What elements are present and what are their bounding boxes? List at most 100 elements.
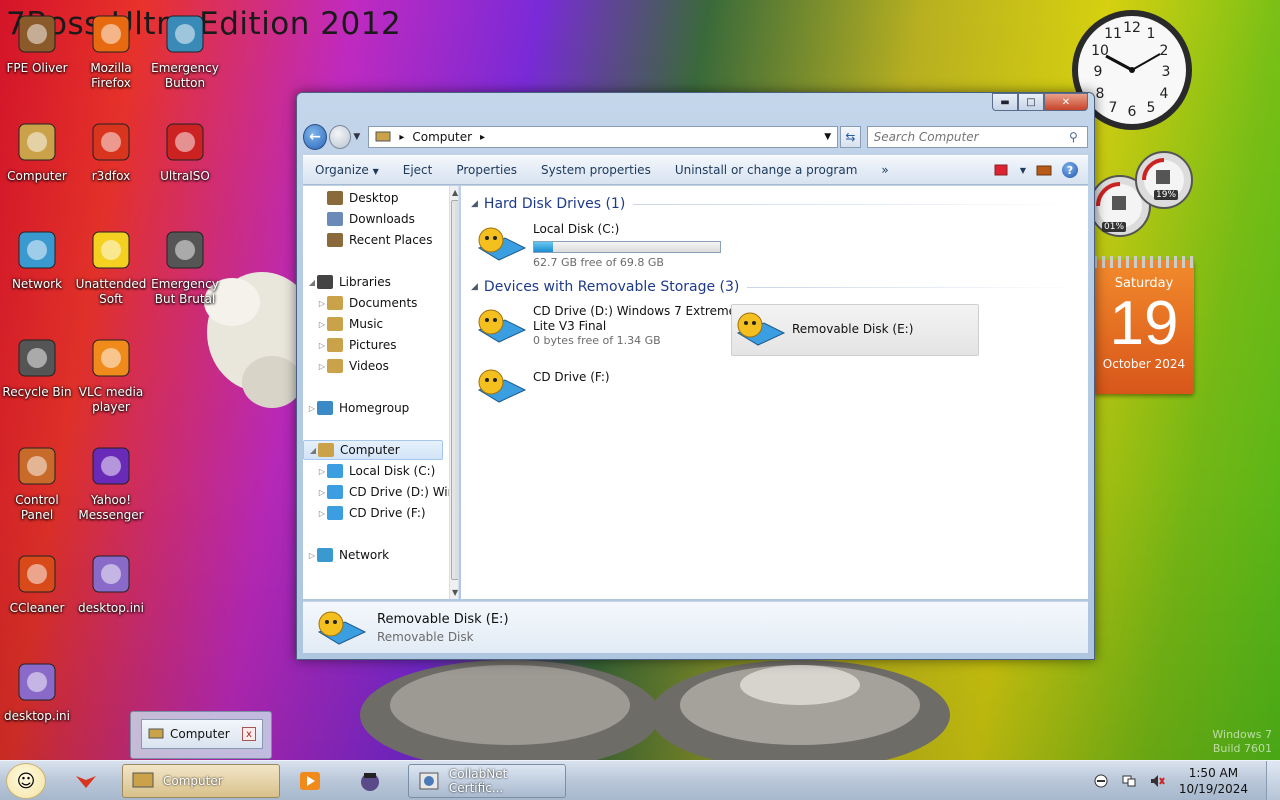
show-desktop-button[interactable] <box>1266 761 1280 800</box>
uninstall-program-button[interactable]: Uninstall or change a program <box>663 163 870 177</box>
search-box[interactable]: ⚲ <box>866 126 1088 148</box>
maximize-button[interactable]: □ <box>1018 93 1044 111</box>
drive-e[interactable]: Removable Disk (E:) <box>731 304 979 356</box>
nav-item-downloads[interactable]: Downloads <box>303 209 415 229</box>
language-bar-icon[interactable] <box>1093 773 1109 789</box>
expand-triangle-icon[interactable]: ▷ <box>317 488 327 497</box>
nav-item-music[interactable]: ▷ Music <box>303 314 383 334</box>
desktop-icon-ccleaner[interactable]: CCleaner <box>0 550 74 616</box>
navigation-scrollbar[interactable]: ▲ ▼ <box>449 186 458 599</box>
expand-triangle-icon[interactable]: ▷ <box>307 551 317 560</box>
address-dropdown-button[interactable]: ▼ <box>824 132 831 142</box>
back-button[interactable]: ← <box>303 124 328 150</box>
expand-triangle-icon[interactable]: ◢ <box>308 446 318 455</box>
taskbar-app-computer[interactable]: Computer <box>122 764 280 798</box>
nav-item-local-disk-c[interactable]: ▷ Local Disk (C:) <box>303 461 435 481</box>
nav-item-pictures[interactable]: ▷ Pictures <box>303 335 397 355</box>
forward-button[interactable] <box>329 125 352 149</box>
organize-menu[interactable]: Organize ▼ <box>303 163 391 177</box>
drive-f[interactable]: CD Drive (F:) <box>475 364 610 408</box>
desktop-icon-fpe-oliver[interactable]: FPE Oliver <box>0 10 74 76</box>
drive-c[interactable]: Local Disk (C:) 62.7 GB free of 69.8 GB <box>475 222 721 269</box>
desktop-icon-recycle-bin[interactable]: Recycle Bin <box>0 334 74 400</box>
desktop-icon-ultraiso[interactable]: UltraISO <box>148 118 222 184</box>
drive-c-usage-fill <box>534 242 553 252</box>
recent-pages-dropdown[interactable]: ▼ <box>353 132 364 142</box>
group-removable-storage[interactable]: ◢ Devices with Removable Storage (3) <box>471 279 1081 295</box>
expand-triangle-icon[interactable]: ▷ <box>317 320 327 329</box>
change-view-icon[interactable] <box>994 163 1010 177</box>
desktop-icon-network[interactable]: Network <box>0 226 74 292</box>
close-button[interactable]: ✕ <box>1044 93 1088 111</box>
drive-d[interactable]: CD Drive (D:) Windows 7 Extreme Lite V3 … <box>475 304 736 348</box>
address-root-chevron[interactable]: ▸ <box>399 132 404 143</box>
desktop-icon-emergency-button[interactable]: Emergency Button <box>148 10 222 91</box>
cpu-meter-gadget[interactable]: 01% 19% <box>1089 148 1194 240</box>
nav-item-homegroup[interactable]: ▷ Homegroup <box>303 398 409 418</box>
taskbar-app-fpe-oliver[interactable] <box>350 764 398 798</box>
help-icon[interactable]: ? <box>1062 162 1078 178</box>
start-button[interactable]: ☺ <box>6 763 46 799</box>
thumbnail-close-button[interactable]: x <box>242 727 256 741</box>
search-input[interactable] <box>873 130 1069 144</box>
desktop-icon-vlc-media-player[interactable]: VLC media player <box>74 334 148 415</box>
explorer-window[interactable]: ▬ □ ✕ ← ▼ ▸ Computer ▸ ▼ ⇆ ⚲ Organize ▼ … <box>296 92 1095 660</box>
nav-item-computer[interactable]: ◢ Computer <box>303 440 443 460</box>
scroll-up-arrow[interactable]: ▲ <box>452 188 458 197</box>
cd-drive-icon <box>477 369 527 403</box>
expand-triangle-icon[interactable]: ▷ <box>317 341 327 350</box>
taskbar-clock[interactable]: 1:50 AM 10/19/2024 <box>1179 765 1248 797</box>
expand-triangle-icon[interactable]: ▷ <box>317 509 327 518</box>
nav-item-cd-drive-f[interactable]: ▷ CD Drive (F:) <box>303 503 426 523</box>
more-commands-button[interactable]: » <box>869 163 900 177</box>
content-pane: ◢ Hard Disk Drives (1) Local Disk (C:) 6… <box>461 186 1088 599</box>
desktop-icon <box>327 191 343 205</box>
eject-button[interactable]: Eject <box>391 163 445 177</box>
desktop-icon-desktop-ini[interactable]: desktop.ini <box>0 658 74 724</box>
group-hard-disk-drives[interactable]: ◢ Hard Disk Drives (1) <box>471 196 1081 212</box>
refresh-button[interactable]: ⇆ <box>840 126 861 148</box>
thumbnail-item[interactable]: Computer x <box>141 719 263 749</box>
view-options-dropdown[interactable]: ▼ <box>1020 166 1026 175</box>
nav-item-desktop[interactable]: Desktop <box>303 188 399 208</box>
expand-triangle-icon[interactable]: ◢ <box>307 278 317 287</box>
taskbar-app-r3dfox[interactable] <box>66 764 114 798</box>
calendar-gadget[interactable]: Saturday 19 October 2024 <box>1094 256 1194 394</box>
expand-triangle-icon[interactable]: ▷ <box>317 362 327 371</box>
taskbar-thumbnail-popup[interactable]: Computer x <box>130 711 272 759</box>
expand-triangle-icon[interactable]: ▷ <box>317 299 327 308</box>
address-segment-chevron[interactable]: ▸ <box>480 132 485 143</box>
desktop-icon-computer[interactable]: Computer <box>0 118 74 184</box>
nav-item-recent-places[interactable]: Recent Places <box>303 230 432 250</box>
system-properties-button[interactable]: System properties <box>529 163 663 177</box>
preview-pane-icon[interactable] <box>1036 163 1052 177</box>
desktop-icon-yahoo-messenger[interactable]: Yahoo! Messenger <box>74 442 148 523</box>
desktop-icon-control-panel[interactable]: Control Panel <box>0 442 74 523</box>
nav-item-label: Videos <box>349 359 389 373</box>
nav-item-network[interactable]: ▷ Network <box>303 545 389 565</box>
desktop-icon-r3dfox[interactable]: r3dfox <box>74 118 148 184</box>
address-bar[interactable]: ▸ Computer ▸ ▼ <box>368 126 839 148</box>
expand-triangle-icon[interactable]: ▷ <box>307 404 317 413</box>
network-tray-icon[interactable] <box>1121 773 1137 789</box>
taskbar-app-collabnet[interactable]: CollabNet Certific... <box>408 764 566 798</box>
expand-triangle-icon[interactable]: ▷ <box>317 467 327 476</box>
taskbar-app-media-player[interactable] <box>290 764 338 798</box>
search-icon[interactable]: ⚲ <box>1069 130 1087 144</box>
address-segment-computer[interactable]: Computer <box>412 130 472 144</box>
desktop-icon-mozilla-firefox[interactable]: Mozilla Firefox <box>74 10 148 91</box>
minimize-button[interactable]: ▬ <box>992 93 1018 111</box>
back-arrow-icon: ← <box>309 129 321 145</box>
desktop-icon-desktop-ini[interactable]: desktop.ini <box>74 550 148 616</box>
nav-item-libraries[interactable]: ◢ Libraries <box>303 272 391 292</box>
properties-button[interactable]: Properties <box>444 163 529 177</box>
desktop-icon-unattended-soft[interactable]: Unattended Soft <box>74 226 148 307</box>
collapse-triangle-icon: ◢ <box>471 199 478 209</box>
scroll-down-arrow[interactable]: ▼ <box>452 588 458 597</box>
nav-item-documents[interactable]: ▷ Documents <box>303 293 417 313</box>
nav-item-cd-drive-d-wir[interactable]: ▷ CD Drive (D:) Wir <box>303 482 453 502</box>
scrollbar-thumb[interactable] <box>451 200 458 580</box>
desktop-icon-emergency-but-brutal[interactable]: Emergency But Brutal <box>148 226 222 307</box>
nav-item-videos[interactable]: ▷ Videos <box>303 356 389 376</box>
volume-muted-icon[interactable] <box>1149 773 1165 789</box>
